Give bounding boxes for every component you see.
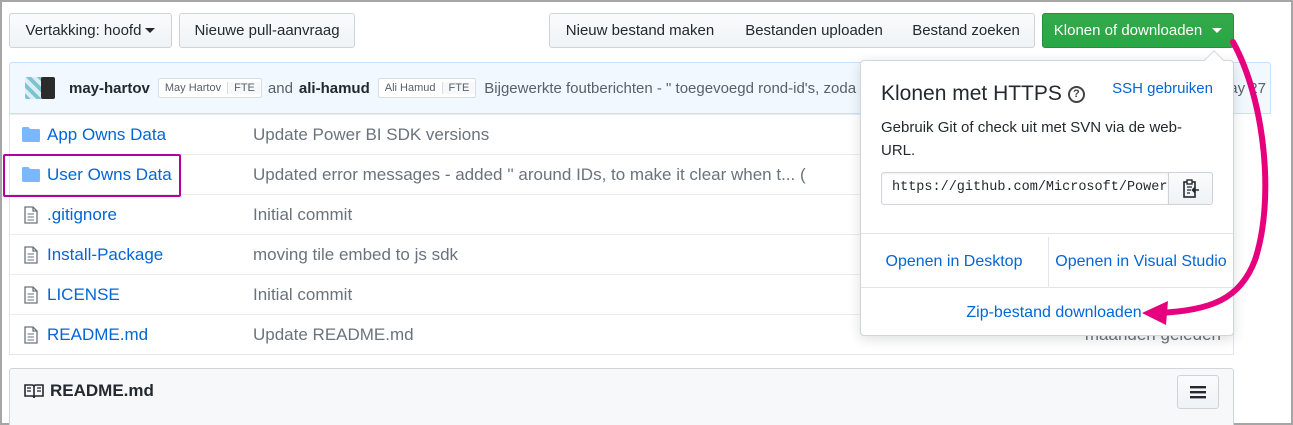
new-pull-request-label: Nieuwe pull-aanvraag bbox=[194, 22, 340, 39]
file-link[interactable]: README.md bbox=[47, 325, 148, 345]
clipboard-icon bbox=[1182, 178, 1199, 198]
clone-dropdown: Klonen met HTTPS ? SSH gebruiken Gebruik… bbox=[860, 60, 1234, 336]
chevron-down-icon bbox=[145, 28, 156, 33]
clone-title-text: Klonen met HTTPS bbox=[881, 82, 1062, 105]
file-icon bbox=[24, 246, 38, 264]
file-link[interactable]: .gitignore bbox=[47, 205, 117, 225]
clone-description: Gebruik Git of check uit met SVN via de … bbox=[881, 119, 1182, 159]
commit-message-link[interactable]: Bijgewerkte foutberichten - " toegevoegd… bbox=[484, 80, 856, 97]
readme-title: README.md bbox=[24, 381, 154, 401]
clone-or-download-button[interactable]: Klonen of downloaden bbox=[1042, 13, 1234, 48]
file-link[interactable]: App Owns Data bbox=[47, 125, 166, 145]
highlight-box bbox=[3, 154, 181, 197]
open-in-desktop-button[interactable]: Openen in Desktop bbox=[861, 237, 1047, 287]
copy-url-button[interactable] bbox=[1168, 172, 1213, 205]
new-file-button[interactable]: Nieuw bestand maken bbox=[549, 13, 731, 48]
file-commit-message[interactable]: Initial commit bbox=[253, 285, 352, 305]
branch-label: Vertakking: hoofd bbox=[25, 22, 142, 39]
new-file-label: Nieuw bestand maken bbox=[565, 22, 715, 39]
upload-files-button[interactable]: Bestanden uploaden bbox=[730, 13, 899, 48]
readme-title-text: README.md bbox=[50, 381, 154, 400]
clone-url-input[interactable]: https://github.com/Microsoft/PowerBI-Dev… bbox=[881, 172, 1169, 205]
use-ssh-link[interactable]: SSH gebruiken bbox=[1112, 80, 1213, 97]
file-commit-message[interactable]: Initial commit bbox=[253, 205, 352, 225]
find-file-label: Bestand zoeken bbox=[912, 22, 1020, 39]
download-zip-label: Zip-bestand downloaden bbox=[966, 304, 1142, 321]
readme-menu-button[interactable] bbox=[1177, 375, 1219, 409]
dropdown-divider bbox=[861, 233, 1233, 234]
hamburger-icon bbox=[1190, 386, 1206, 399]
chevron-down-icon bbox=[1212, 28, 1223, 33]
file-commit-message[interactable]: Update README.md bbox=[253, 325, 414, 345]
file-commit-message[interactable]: moving tile embed to js sdk bbox=[253, 245, 458, 265]
author-full-name: Ali Hamud bbox=[384, 82, 436, 94]
upload-files-label: Bestanden uploaden bbox=[745, 22, 883, 39]
fte-badge: FTE bbox=[227, 82, 261, 94]
help-icon[interactable]: ? bbox=[1067, 85, 1085, 103]
commit-author-link[interactable]: may-hartov bbox=[69, 80, 150, 97]
download-zip-button[interactable]: Zip-bestand downloaden bbox=[861, 291, 1233, 335]
file-icon bbox=[24, 326, 38, 344]
avatar[interactable] bbox=[25, 77, 61, 99]
clone-or-download-label: Klonen of downloaden bbox=[1053, 22, 1203, 39]
fte-badge: FTE bbox=[441, 82, 476, 94]
commit-date: ay 27 bbox=[1229, 79, 1266, 97]
file-link[interactable]: LICENSE bbox=[47, 285, 120, 305]
branch-selector[interactable]: Vertakking: hoofd bbox=[9, 13, 172, 48]
author-badge: Ali Hamud FTE bbox=[377, 78, 477, 98]
and-text: and bbox=[267, 79, 293, 97]
dropdown-divider bbox=[861, 287, 1233, 288]
readme-header: README.md bbox=[9, 368, 1234, 425]
commit-coauthor-link[interactable]: ali-hamud bbox=[299, 80, 370, 97]
file-commit-message[interactable]: Updated error messages - added '' around… bbox=[253, 165, 806, 185]
author-full-name: May Hartov bbox=[164, 82, 222, 94]
author-badge: May Hartov FTE bbox=[157, 78, 262, 98]
new-pull-request-button[interactable]: Nieuwe pull-aanvraag bbox=[179, 13, 355, 48]
folder-icon bbox=[22, 127, 40, 142]
file-commit-message[interactable]: Update Power BI SDK versions bbox=[253, 125, 489, 145]
open-in-visual-studio-button[interactable]: Openen in Visual Studio bbox=[1048, 237, 1233, 287]
find-file-button[interactable]: Bestand zoeken bbox=[898, 13, 1035, 48]
book-icon bbox=[24, 384, 44, 399]
file-icon bbox=[24, 286, 38, 304]
file-icon bbox=[24, 206, 38, 224]
clone-dropdown-title: Klonen met HTTPS ? bbox=[881, 82, 1085, 106]
file-link[interactable]: Install-Package bbox=[47, 245, 163, 265]
